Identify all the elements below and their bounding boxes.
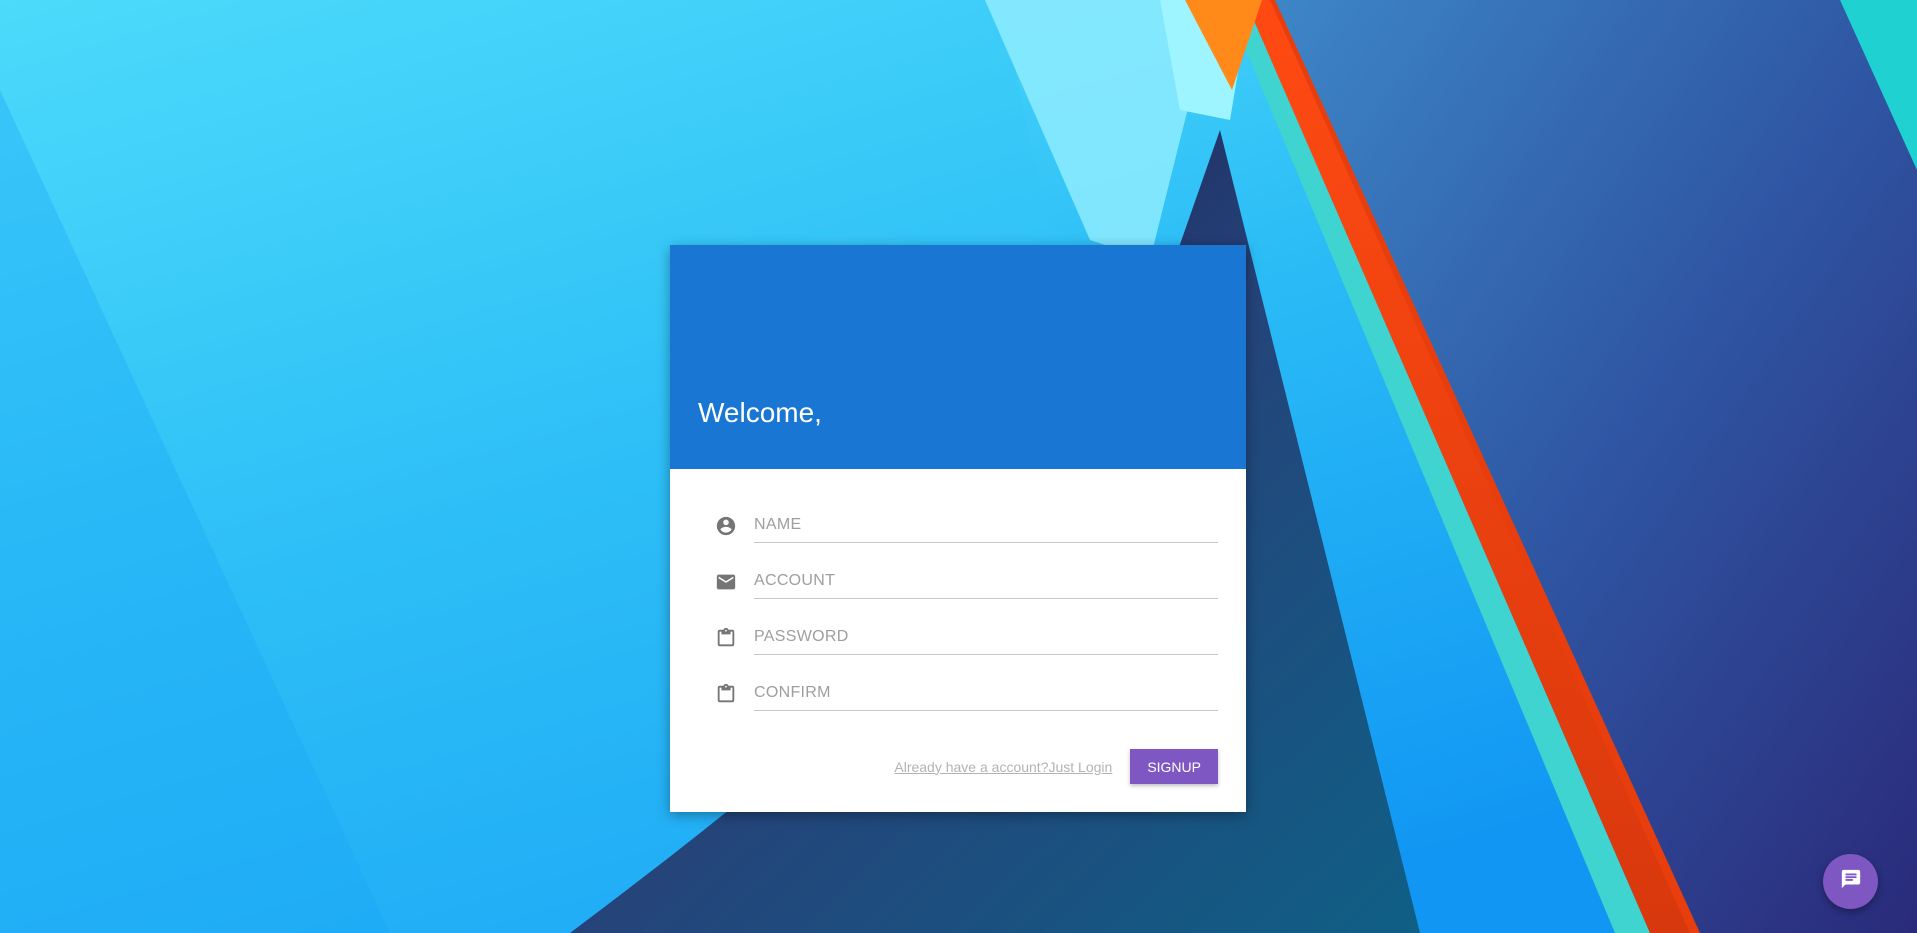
name-field-row bbox=[714, 497, 1218, 553]
signup-card: Welcome, Already ha bbox=[670, 245, 1246, 812]
account-input[interactable] bbox=[754, 563, 1218, 599]
account-circle-icon bbox=[714, 514, 738, 538]
password-field-row bbox=[714, 609, 1218, 665]
form-actions: Already have a account?Just Login SIGNUP bbox=[894, 749, 1218, 784]
clipboard-icon bbox=[714, 626, 738, 650]
welcome-title: Welcome, bbox=[698, 397, 822, 428]
confirm-field-row bbox=[714, 665, 1218, 721]
chat-icon bbox=[1840, 868, 1862, 895]
login-link[interactable]: Already have a account?Just Login bbox=[894, 759, 1112, 775]
clipboard-icon bbox=[714, 682, 738, 706]
confirm-input[interactable] bbox=[754, 675, 1218, 711]
card-header: Welcome, bbox=[670, 245, 1246, 469]
name-input[interactable] bbox=[754, 507, 1218, 543]
password-input[interactable] bbox=[754, 619, 1218, 655]
chat-fab-button[interactable] bbox=[1823, 854, 1878, 909]
email-icon bbox=[714, 570, 738, 594]
signup-button[interactable]: SIGNUP bbox=[1130, 749, 1218, 784]
signup-form bbox=[670, 469, 1246, 721]
account-field-row bbox=[714, 553, 1218, 609]
